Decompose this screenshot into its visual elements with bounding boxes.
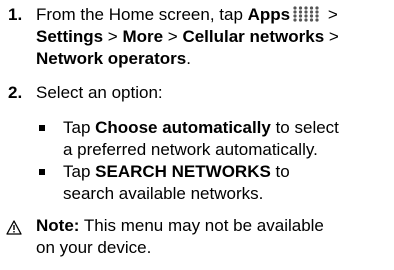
option-2-line-2: search available networks. (63, 184, 264, 203)
option-1-line-2: a preferred network automatically. (63, 140, 318, 159)
bullet-icon (39, 169, 45, 175)
step-1-line-3: Network operators. (36, 49, 191, 68)
note-line-1: Note: This menu may not be available (36, 216, 324, 235)
note-label: Note: (36, 216, 80, 235)
step-1-line-2: Settings > More > Cellular networks > (36, 27, 339, 46)
bullet-icon (39, 125, 45, 131)
search-networks-label: SEARCH NETWORKS (95, 162, 271, 181)
settings-label: Settings (36, 27, 104, 46)
network-operators-label: Network operators (36, 49, 187, 68)
step-1-number: 1. (8, 5, 23, 24)
warning-triangle-icon (6, 219, 22, 241)
option-2-line-1: Tap SEARCH NETWORKS to (63, 162, 290, 181)
step-2-number: 2. (8, 83, 23, 102)
option-1-line-1: Tap Choose automatically to select (63, 118, 339, 137)
note-line-2: on your device. (36, 238, 152, 257)
choose-automatically-label: Choose automatically (95, 118, 271, 137)
cellular-networks-label: Cellular networks (182, 27, 325, 46)
more-label: More (122, 27, 164, 46)
step-2-text: Select an option: (36, 83, 163, 102)
apps-label: Apps (247, 5, 291, 24)
